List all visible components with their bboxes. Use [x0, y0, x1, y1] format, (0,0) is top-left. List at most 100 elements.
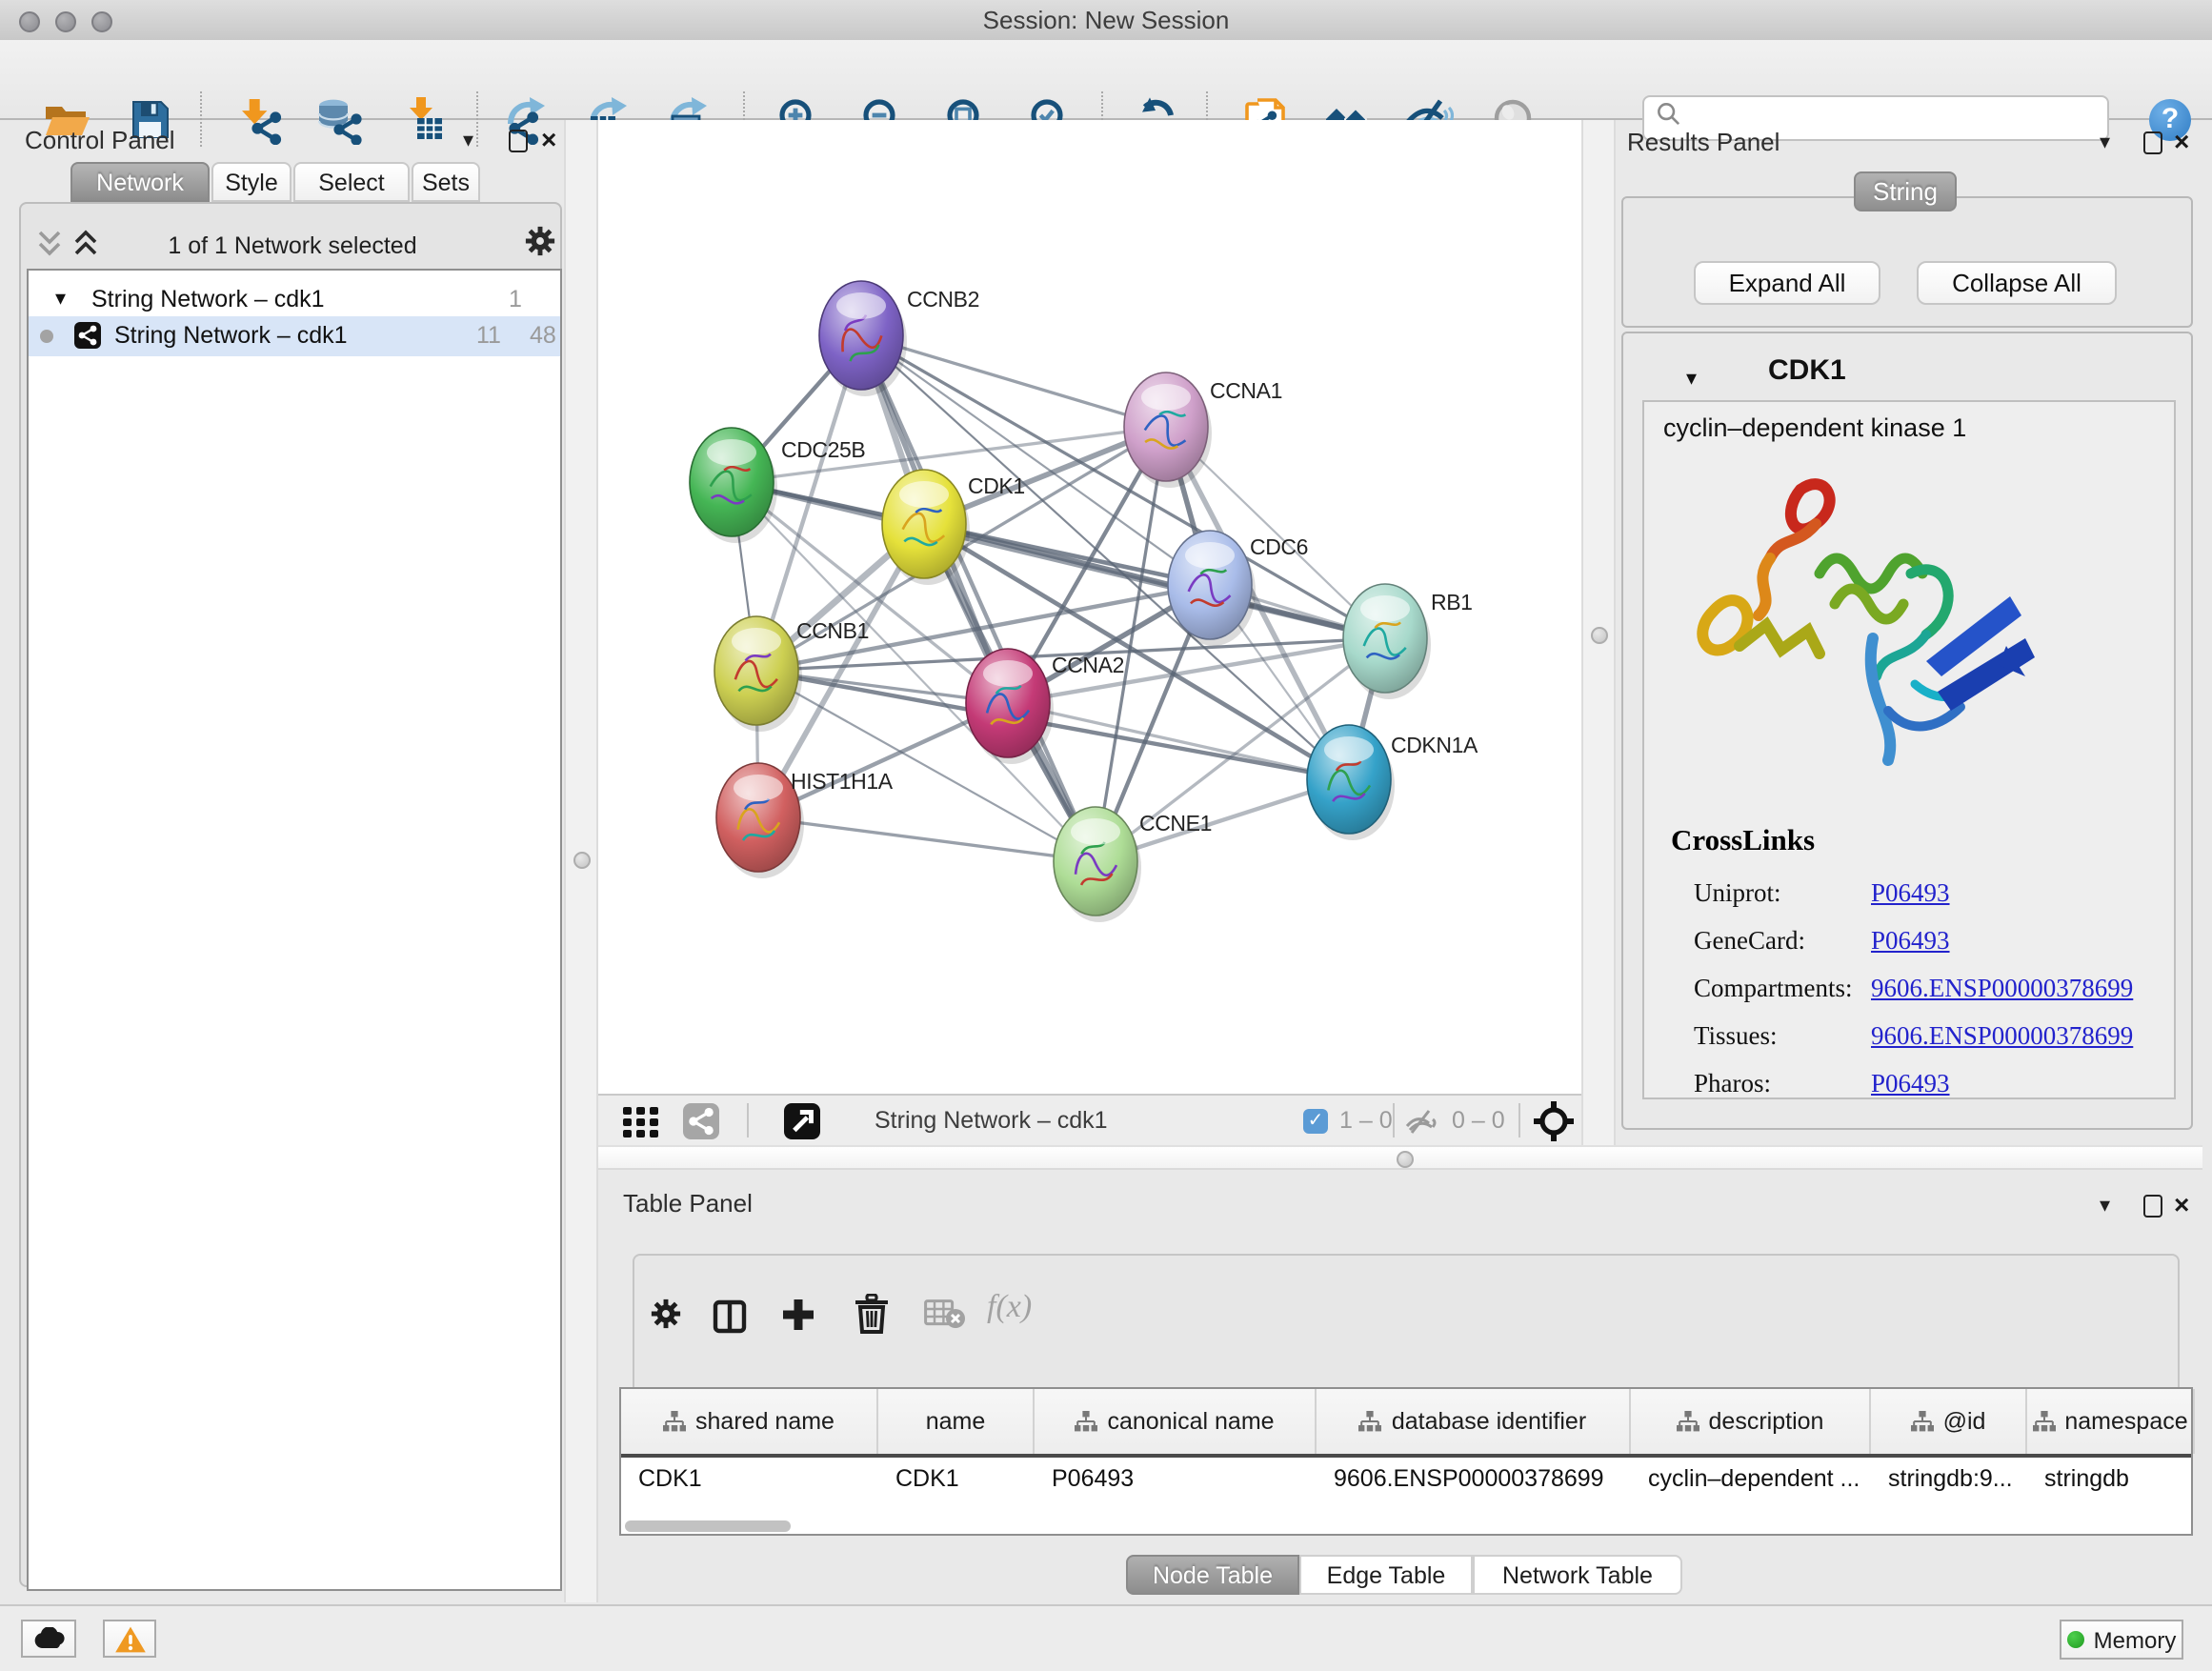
tab-select[interactable]: Select — [293, 162, 410, 202]
warning-icon — [113, 1624, 146, 1653]
node-label-HIST1H1A: HIST1H1A — [791, 769, 894, 794]
table-cell[interactable]: stringdb — [2027, 1458, 2195, 1500]
tab-node-table[interactable]: Node Table — [1126, 1555, 1299, 1595]
column-header-label: description — [1709, 1408, 1824, 1435]
show-columns-icon[interactable] — [713, 1299, 747, 1343]
tab-string[interactable]: String — [1854, 171, 1957, 211]
crosslink-value-link[interactable]: P06493 — [1871, 1069, 1950, 1099]
network-edge[interactable] — [758, 817, 1096, 861]
add-column-icon[interactable] — [779, 1296, 817, 1343]
tab-network[interactable]: Network — [70, 162, 210, 202]
network-collection-row[interactable]: ▾ String Network – cdk1 1 — [29, 284, 560, 316]
right-splitter[interactable] — [1581, 120, 1616, 1170]
network-node-CCNB1[interactable] — [714, 616, 802, 732]
network-edge[interactable] — [1008, 703, 1349, 779]
collection-expand-icon[interactable]: ▾ — [55, 286, 66, 311]
network-node-CDK1[interactable] — [882, 470, 970, 585]
tab-sets[interactable]: Sets — [412, 162, 480, 202]
column-header--id[interactable]: @id — [1871, 1389, 2027, 1454]
warning-button[interactable] — [103, 1620, 156, 1658]
tab-edge-table[interactable]: Edge Table — [1299, 1555, 1473, 1595]
crosslink-value-link[interactable]: 9606.ENSP00000378699 — [1871, 974, 2133, 1004]
results-panel-float-icon[interactable] — [2143, 131, 2162, 154]
control-panel-menu-icon[interactable]: ▾ — [463, 131, 473, 152]
tab-style[interactable]: Style — [211, 162, 292, 202]
grid-view-icon[interactable] — [623, 1107, 661, 1147]
node-label-CDK1: CDK1 — [968, 473, 1025, 498]
cloud-button[interactable] — [21, 1620, 76, 1658]
network-node-CCNA1[interactable] — [1124, 372, 1212, 488]
crosslink-value-link[interactable]: P06493 — [1871, 926, 1950, 956]
gear-icon[interactable] — [524, 225, 556, 267]
node-table[interactable]: shared name namecanonical namedatabase id… — [619, 1387, 2193, 1536]
table-cell[interactable]: P06493 — [1035, 1458, 1317, 1500]
control-panel-float-icon[interactable] — [509, 130, 528, 152]
network-canvas[interactable]: CCNB2CCNA1CDC25BCDK1CDC6RB1CCNB1CCNA2CDK… — [598, 120, 1581, 1094]
table-cell[interactable]: 9606.ENSP00000378699 — [1317, 1458, 1631, 1500]
crosslink-value-link[interactable]: P06493 — [1871, 878, 1950, 909]
network-edge[interactable] — [861, 335, 1096, 861]
left-splitter[interactable] — [564, 120, 598, 1602]
control-panel-close-icon[interactable]: × — [541, 128, 556, 151]
crosslink-label: GeneCard: — [1694, 926, 1805, 956]
table-horizontal-scrollbar[interactable] — [625, 1520, 791, 1532]
left-splitter-handle[interactable] — [573, 852, 591, 869]
network-node-CCNA2[interactable] — [966, 649, 1054, 764]
results-panel-close-icon[interactable]: × — [2174, 130, 2189, 152]
tab-network-table[interactable]: Network Table — [1473, 1555, 1682, 1595]
table-cell[interactable]: CDK1 — [878, 1458, 1035, 1500]
column-header-label: @id — [1943, 1408, 1986, 1435]
table-settings-gear-icon[interactable] — [650, 1298, 682, 1339]
crosslink-value-link[interactable]: 9606.ENSP00000378699 — [1871, 1021, 2133, 1052]
table-cell[interactable]: cyclin–dependent ... — [1631, 1458, 1871, 1500]
network-edge[interactable] — [861, 335, 1166, 427]
expand-all-button[interactable]: Expand All — [1694, 261, 1880, 305]
table-panel-menu-icon[interactable]: ▾ — [2100, 1197, 2110, 1218]
network-node-CCNE1[interactable] — [1054, 807, 1141, 922]
table-panel-close-icon[interactable]: × — [2174, 1193, 2189, 1216]
collapse-all-button[interactable]: Collapse All — [1917, 261, 2117, 305]
column-header-name[interactable]: name — [878, 1389, 1035, 1454]
network-view-title: String Network – cdk1 — [875, 1107, 1108, 1134]
network-node-RB1[interactable] — [1343, 584, 1431, 699]
toolbar-separator — [747, 1103, 749, 1137]
node-label-CCNB2: CCNB2 — [907, 287, 979, 312]
right-splitter-handle[interactable] — [1591, 627, 1608, 644]
bottom-splitter-handle[interactable] — [1397, 1151, 1414, 1168]
column-header-database-identifier[interactable]: database identifier — [1317, 1389, 1631, 1454]
memory-button[interactable]: Memory — [2060, 1620, 2183, 1660]
table-cell[interactable]: CDK1 — [621, 1458, 878, 1500]
results-panel-menu-icon[interactable]: ▾ — [2100, 133, 2110, 154]
collection-label: String Network – cdk1 — [91, 286, 325, 312]
column-header-label: shared name — [695, 1408, 835, 1435]
share-view-icon[interactable] — [682, 1103, 720, 1149]
birds-eye-view-icon[interactable] — [783, 1103, 821, 1149]
string-network-icon — [74, 322, 101, 358]
column-header-canonical-name[interactable]: canonical name — [1035, 1389, 1317, 1454]
delete-column-trash-icon[interactable] — [854, 1294, 890, 1343]
function-builder-icon: f(x) — [987, 1288, 1032, 1326]
network-edge-count: 48 — [530, 322, 556, 349]
network-node-CDKN1A[interactable] — [1307, 725, 1395, 840]
network-graph[interactable]: CCNB2CCNA1CDC25BCDK1CDC6RB1CCNB1CCNA2CDK… — [598, 120, 1581, 1094]
network-node-CDC6[interactable] — [1168, 531, 1256, 646]
node-label-CCNE1: CCNE1 — [1139, 811, 1212, 836]
table-row[interactable]: CDK1CDK1P064939606.ENSP00000378699cyclin… — [621, 1458, 2191, 1500]
column-header-description[interactable]: description — [1631, 1389, 1871, 1454]
network-edge[interactable] — [924, 524, 1385, 638]
table-cell[interactable]: stringdb:9... — [1871, 1458, 2027, 1500]
column-type-icon — [1075, 1410, 1097, 1433]
protein-collapse-icon[interactable]: ▾ — [1686, 366, 1697, 391]
bottom-splitter[interactable] — [598, 1145, 2202, 1170]
column-header-namespace[interactable]: namespace — [2027, 1389, 2195, 1454]
network-node-CCNB2[interactable] — [819, 281, 907, 396]
fit-selected-crosshair-icon[interactable] — [1534, 1101, 1574, 1151]
table-panel-float-icon[interactable] — [2143, 1195, 2162, 1218]
hidden-eye-icon[interactable] — [1404, 1109, 1440, 1145]
column-header-shared-name[interactable]: shared name — [621, 1389, 878, 1454]
selected-checkbox-icon[interactable]: ✓ — [1303, 1109, 1328, 1134]
network-row[interactable]: String Network – cdk1 11 48 — [29, 316, 560, 356]
node-label-CCNB1: CCNB1 — [796, 618, 869, 643]
network-label: String Network – cdk1 — [114, 322, 348, 349]
cloud-icon — [31, 1627, 66, 1650]
